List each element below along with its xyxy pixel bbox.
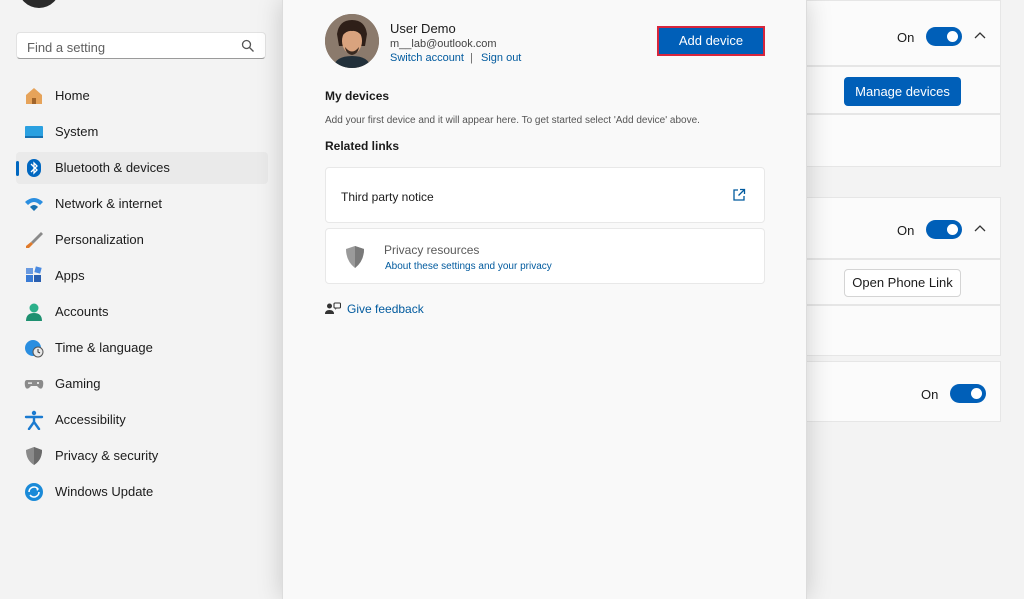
mobile-devices-dialog: User Demo m__lab@outlook.com Switch acco… xyxy=(282,0,807,599)
user-photo xyxy=(325,14,379,68)
sidebar-item-label: Network & internet xyxy=(55,196,162,211)
search-input[interactable] xyxy=(25,37,239,57)
phone-link-toggle[interactable] xyxy=(926,220,962,239)
sidebar-item-label: Accounts xyxy=(55,304,109,319)
sidebar-item-gaming[interactable]: Gaming xyxy=(16,368,268,400)
phone-link-card-expanded: Open Phone Link xyxy=(806,259,1001,305)
manage-devices-button[interactable]: Manage devices xyxy=(844,77,961,106)
bluetooth-card-footer xyxy=(806,114,1001,167)
sidebar-item-label: System xyxy=(55,124,99,139)
toggle-state-label: On xyxy=(921,387,939,402)
feedback-icon xyxy=(325,302,341,314)
profile-avatar[interactable] xyxy=(18,0,60,8)
sidebar-item-personalization[interactable]: Personalization xyxy=(16,224,268,256)
toggle-state-label: On xyxy=(897,30,915,45)
apps-icon xyxy=(26,266,42,282)
accessibility-icon xyxy=(24,410,44,430)
setting-toggle[interactable] xyxy=(950,384,986,403)
selection-indicator xyxy=(16,161,19,176)
sidebar-item-label: Personalization xyxy=(55,232,144,247)
shield-icon xyxy=(26,447,42,465)
sidebar-item-apps[interactable]: Apps xyxy=(16,260,268,292)
sidebar-item-accessibility[interactable]: Accessibility xyxy=(16,404,268,436)
related-links-heading: Related links xyxy=(325,139,400,153)
person-icon xyxy=(26,303,42,321)
third-party-notice-label: Third party notice xyxy=(341,190,434,204)
sidebar-item-label: Gaming xyxy=(55,376,101,391)
toggle-state-label: On xyxy=(897,223,915,238)
open-phone-link-button[interactable]: Open Phone Link xyxy=(844,269,961,297)
sidebar-item-accounts[interactable]: Accounts xyxy=(16,296,268,328)
open-external-icon xyxy=(733,188,746,201)
sidebar-item-windows-update[interactable]: Windows Update xyxy=(16,476,268,508)
sidebar-item-label: Accessibility xyxy=(55,412,126,427)
brush-icon xyxy=(26,232,43,248)
search-icon[interactable] xyxy=(241,39,255,53)
third-party-notice-link[interactable]: Third party notice xyxy=(325,167,765,223)
switch-account-link[interactable]: Switch account xyxy=(390,52,464,64)
search-box[interactable] xyxy=(16,32,266,59)
sidebar-item-privacy-security[interactable]: Privacy & security xyxy=(16,440,268,472)
phone-link-card: On xyxy=(806,197,1001,259)
sidebar-item-label: Windows Update xyxy=(55,484,154,499)
phone-link-card-footer xyxy=(806,305,1001,356)
sidebar-item-label: Bluetooth & devices xyxy=(55,160,170,175)
wifi-icon xyxy=(25,198,43,211)
bluetooth-card-expanded: Manage devices xyxy=(806,66,1001,114)
bluetooth-icon xyxy=(27,159,41,177)
add-device-button[interactable]: Add device xyxy=(657,26,765,56)
sidebar-item-time-language[interactable]: Time & language xyxy=(16,332,268,364)
user-avatar xyxy=(325,14,379,68)
user-email: m__lab@outlook.com xyxy=(390,38,497,50)
sidebar-item-home[interactable]: Home xyxy=(16,80,268,112)
privacy-settings-link[interactable]: About these settings and your privacy xyxy=(385,261,552,272)
link-separator: | xyxy=(470,52,473,64)
sidebar-item-system[interactable]: System xyxy=(16,116,268,148)
settings-sidebar: Home System Bluetooth & devices Network … xyxy=(0,0,282,599)
bluetooth-card: On xyxy=(806,0,1001,66)
sidebar-item-network[interactable]: Network & internet xyxy=(16,188,268,220)
shield-icon xyxy=(346,246,364,268)
update-icon xyxy=(25,483,43,501)
gamepad-icon xyxy=(24,380,44,389)
bluetooth-toggle[interactable] xyxy=(926,27,962,46)
sidebar-item-label: Home xyxy=(55,88,90,103)
my-devices-heading: My devices xyxy=(325,89,390,103)
give-feedback-label: Give feedback xyxy=(347,302,424,316)
chevron-up-icon[interactable] xyxy=(974,224,986,232)
sidebar-item-label: Time & language xyxy=(55,340,153,355)
privacy-resources-card: Privacy resources About these settings a… xyxy=(325,228,765,284)
clock-globe-icon xyxy=(25,340,44,358)
user-name: User Demo xyxy=(390,21,456,36)
chevron-up-icon[interactable] xyxy=(974,31,986,39)
settings-card: On xyxy=(806,361,1001,422)
sign-out-link[interactable]: Sign out xyxy=(481,52,521,64)
system-icon xyxy=(25,126,43,138)
my-devices-description: Add your first device and it will appear… xyxy=(325,115,700,126)
sidebar-item-label: Privacy & security xyxy=(55,448,159,463)
sidebar-item-label: Apps xyxy=(55,268,85,283)
privacy-resources-title: Privacy resources xyxy=(384,243,480,257)
home-icon xyxy=(26,88,42,104)
sidebar-item-bluetooth-devices[interactable]: Bluetooth & devices xyxy=(16,152,268,184)
